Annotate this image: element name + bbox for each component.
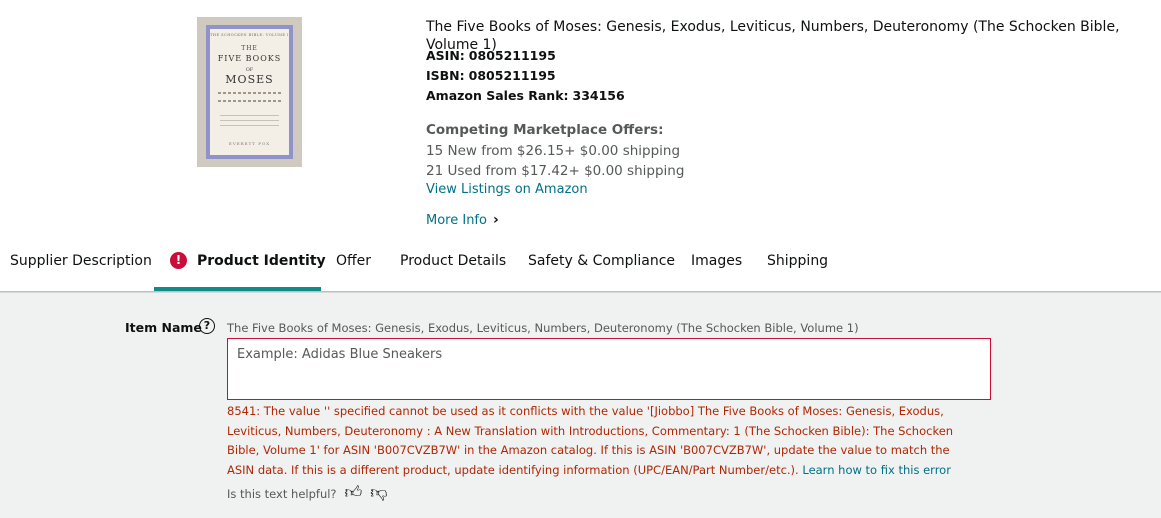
fix-error-link[interactable]: Learn how to fix this error [802,463,951,477]
tab-label: Supplier Description [10,253,152,269]
tab-label: Product Details [400,253,507,269]
isbn-value: 0805211195 [468,68,556,83]
tab-shipping[interactable]: Shipping [767,240,828,291]
tab-offer[interactable]: Offer [336,240,371,291]
isbn-row: ISBN: 0805211195 [426,68,556,83]
sales-rank-value: 334156 [572,88,625,103]
offer-new: 15 New from $26.15+ $0.00 shipping [426,143,681,159]
cover-subtitle-decoration [218,100,281,102]
helpful-feedback: Is this text helpful? 👍︎ 👎︎ [227,485,388,502]
tab-bar: Supplier Description ! Product Identity O… [0,240,1161,292]
item-name-label: Item Name [125,320,202,335]
error-message: 8541: The value '' specified cannot be u… [227,402,977,480]
tab-images[interactable]: Images [691,240,742,291]
tab-label: Product Identity [197,253,326,269]
tab-product-identity[interactable]: ! Product Identity [154,240,326,291]
isbn-label: ISBN: [426,68,465,83]
more-info-link[interactable]: More Info › [426,212,499,228]
item-name-section: Item Name ? The Five Books of Moses: Gen… [0,292,1161,518]
item-name-input[interactable] [227,338,991,400]
thumbs-down-icon[interactable]: 👎︎ [370,485,387,502]
more-info-label: More Info [426,212,487,228]
sales-rank-row: Amazon Sales Rank: 334156 [426,88,625,103]
cover-subtitle-decoration [218,92,281,94]
tab-label: Safety & Compliance [528,253,676,269]
tab-safety-compliance[interactable]: Safety & Compliance [528,240,675,291]
sales-rank-label: Amazon Sales Rank: [426,88,569,103]
help-circle-icon[interactable]: ? [199,318,215,334]
product-summary: THE SCHOCKEN BIBLE: VOLUME I THE FIVE BO… [0,0,1161,240]
offers-heading: Competing Marketplace Offers: [426,122,664,138]
tab-label: Images [691,253,743,269]
cover-decoration [220,120,279,121]
view-listings-link[interactable]: View Listings on Amazon [426,182,588,197]
cover-title-line: FIVE BOOKS [217,54,282,63]
chevron-right-icon: › [492,212,499,228]
current-item-name: The Five Books of Moses: Genesis, Exodus… [227,321,859,335]
error-alert-icon: ! [170,252,187,269]
book-cover-image[interactable]: THE SCHOCKEN BIBLE: VOLUME I THE FIVE BO… [197,17,302,167]
offer-used: 21 Used from $17.42+ $0.00 shipping [426,163,685,179]
asin-row: ASIN: 0805211195 [426,48,556,63]
tab-label: Shipping [767,253,829,269]
cover-decoration [220,115,279,116]
cover-frame: THE SCHOCKEN BIBLE: VOLUME I THE FIVE BO… [206,25,293,159]
helpful-question: Is this text helpful? [227,486,337,501]
thumbs-up-icon[interactable]: 👍︎ [345,485,363,502]
cover-title-line: THE [241,45,258,52]
tab-product-details[interactable]: Product Details [400,240,506,291]
cover-series-text: THE SCHOCKEN BIBLE: VOLUME I [210,33,289,37]
cover-decoration [220,125,279,126]
cover-author-text: EVERETT FOX [228,141,271,146]
product-info: The Five Books of Moses: Genesis, Exodus… [426,18,1146,228]
asin-label: ASIN: [426,48,465,63]
tab-label: Offer [336,253,372,269]
cover-title-line: MOSES [225,73,274,86]
tab-supplier-description[interactable]: Supplier Description [10,240,152,291]
asin-value: 0805211195 [468,48,556,63]
